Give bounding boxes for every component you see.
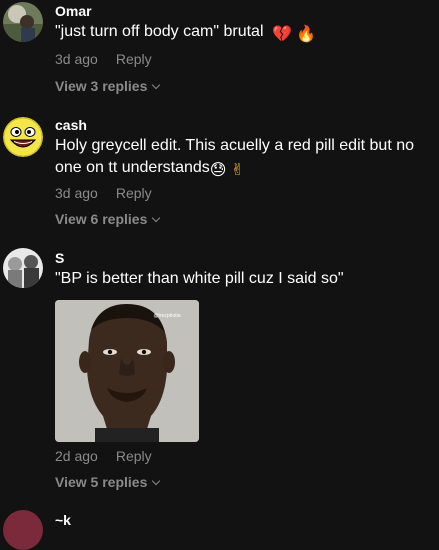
comment-text: Holy greycell edit. This acuelly a red p… bbox=[55, 135, 435, 182]
image-watermark: @trezphotia bbox=[153, 313, 180, 319]
view-replies-button[interactable]: View 5 replies bbox=[55, 474, 161, 490]
victory-hand-emoji: ✌ bbox=[230, 162, 245, 179]
reply-button[interactable]: Reply bbox=[116, 448, 152, 464]
chevron-down-icon bbox=[152, 80, 161, 90]
avatar[interactable] bbox=[3, 248, 43, 288]
avatar[interactable] bbox=[3, 2, 43, 42]
comment-meta: 2d ago Reply bbox=[55, 448, 152, 464]
comment-text: "BP is better than white pill cuz I said… bbox=[55, 270, 344, 287]
comment-meta: 3d ago Reply bbox=[55, 185, 152, 201]
reply-button[interactable]: Reply bbox=[116, 185, 152, 201]
avatar[interactable] bbox=[3, 117, 43, 157]
broken-heart-emoji: 💔 bbox=[271, 26, 292, 43]
comment-text-line-2: one on tt understands😓 ✌ bbox=[55, 157, 435, 182]
comment-meta: 3d ago Reply bbox=[55, 51, 152, 67]
comment-text: "just turn off body cam" brutal 💔 🔥 bbox=[55, 21, 435, 46]
chevron-down-icon bbox=[152, 476, 161, 486]
username[interactable]: S bbox=[55, 250, 64, 266]
timestamp: 3d ago bbox=[55, 51, 98, 67]
username[interactable]: cash bbox=[55, 117, 87, 133]
timestamp: 3d ago bbox=[55, 185, 98, 201]
comment-text-content: one on tt understands bbox=[55, 159, 210, 176]
attached-photo[interactable]: @trezphotia bbox=[55, 300, 199, 442]
comment-text-line: Holy greycell edit. This acuelly a red p… bbox=[55, 137, 414, 154]
fire-emoji: 🔥 bbox=[296, 26, 317, 43]
view-replies-label: View 5 replies bbox=[55, 474, 148, 490]
username[interactable]: ~k bbox=[55, 512, 71, 528]
reply-button[interactable]: Reply bbox=[116, 51, 152, 67]
avatar[interactable] bbox=[3, 510, 43, 550]
timestamp: 2d ago bbox=[55, 448, 98, 464]
view-replies-button[interactable]: View 3 replies bbox=[55, 78, 161, 94]
view-replies-button[interactable]: View 6 replies bbox=[55, 211, 161, 227]
chevron-down-icon bbox=[152, 213, 161, 223]
username[interactable]: Omar bbox=[55, 3, 92, 19]
view-replies-label: View 3 replies bbox=[55, 78, 148, 94]
view-replies-label: View 6 replies bbox=[55, 211, 148, 227]
comment-text-content: "just turn off body cam" brutal bbox=[55, 23, 264, 40]
downcast-sweat-emoji: 😓 bbox=[209, 162, 227, 179]
